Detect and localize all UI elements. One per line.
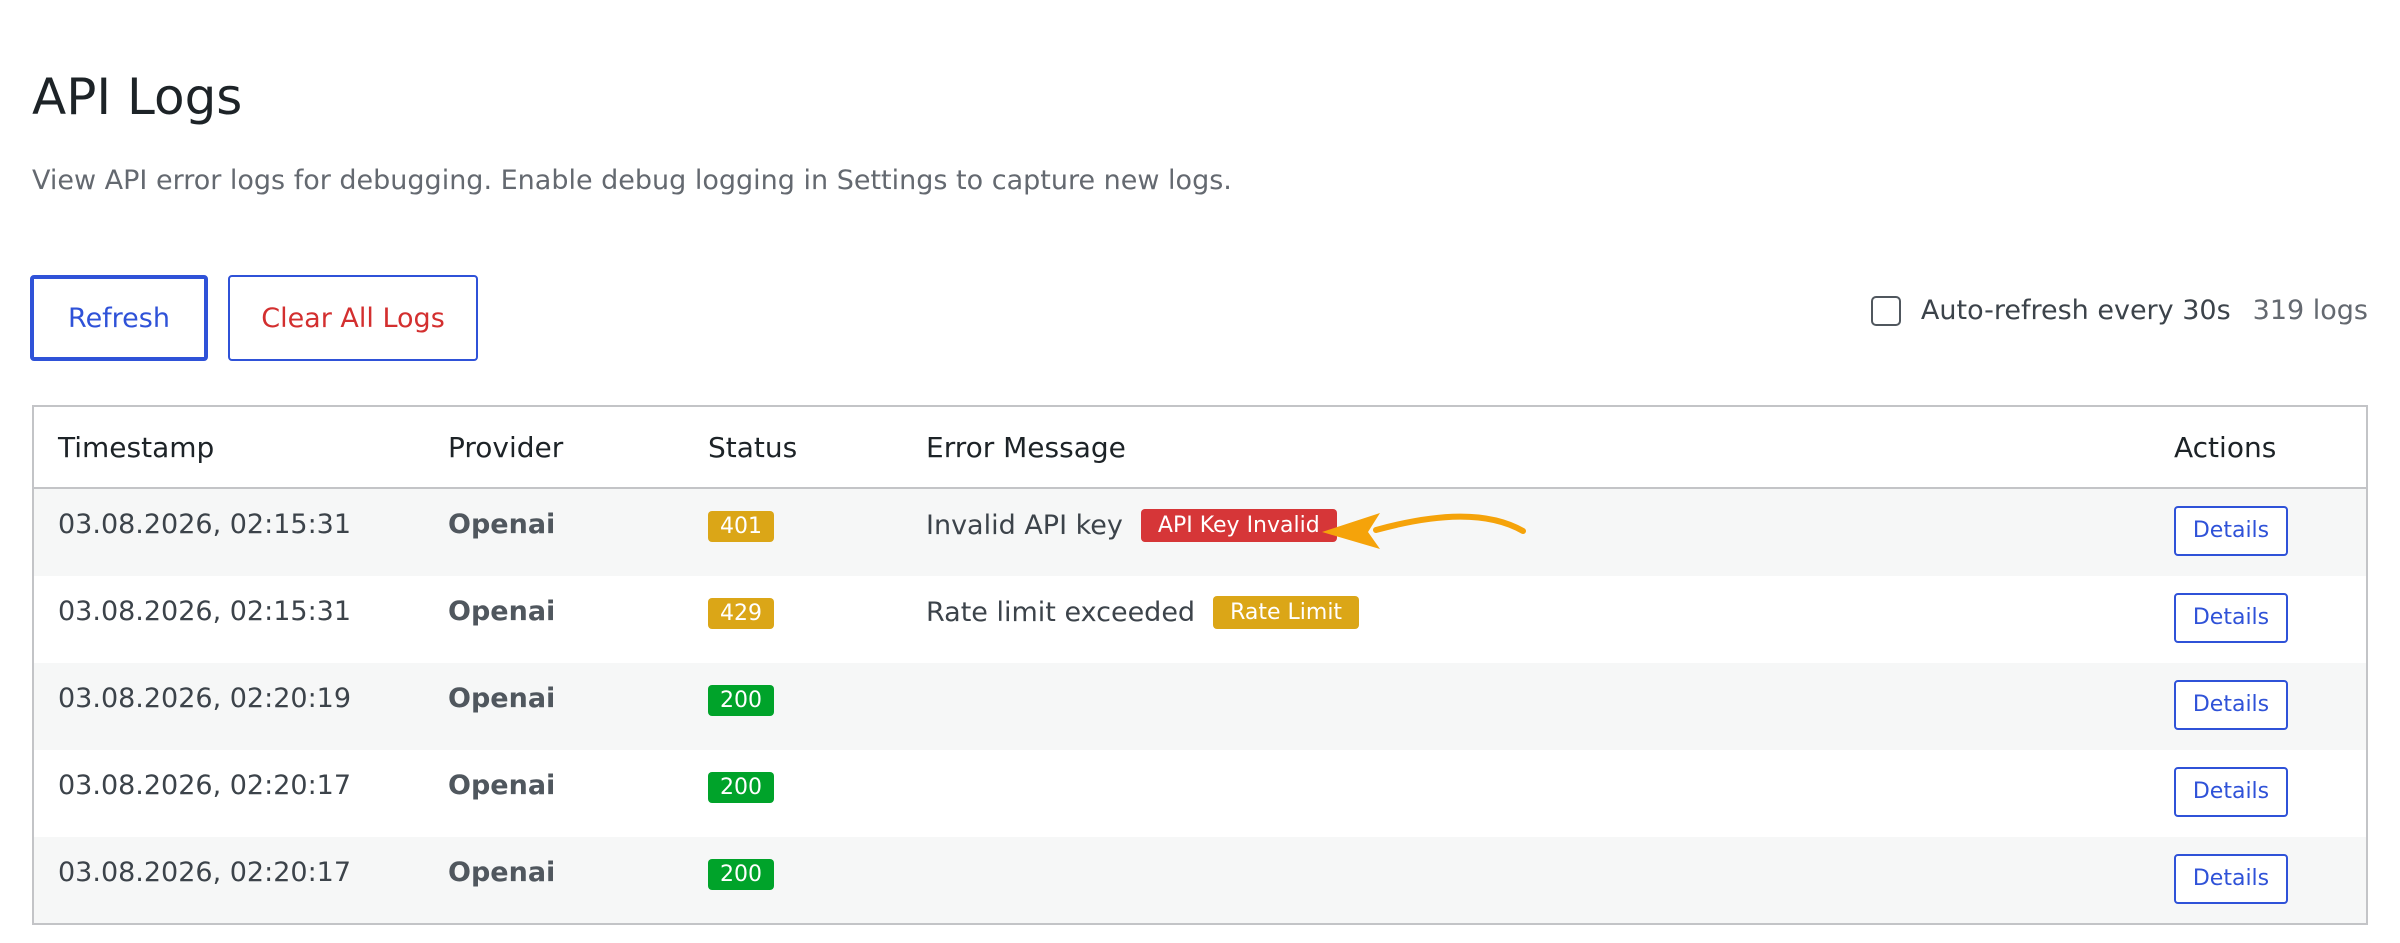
cell-status: 401 (684, 488, 902, 576)
status-badge: 200 (708, 772, 774, 803)
cell-timestamp: 03.08.2026, 02:20:17 (34, 837, 424, 923)
table-row: 03.08.2026, 02:15:31 Openai 429 Rate limit … (34, 576, 2366, 663)
cell-status: 200 (684, 750, 902, 837)
column-header-timestamp: Timestamp (34, 407, 424, 489)
refresh-button[interactable]: Refresh (30, 275, 208, 361)
status-badge: 401 (708, 511, 774, 542)
cell-timestamp: 03.08.2026, 02:15:31 (34, 488, 424, 576)
cell-status: 200 (684, 663, 902, 750)
column-header-error-message: Error Message (902, 407, 2150, 489)
table-row: 03.08.2026, 02:20:19 Openai 200 Details (34, 663, 2366, 750)
log-count: 319 logs (2252, 295, 2368, 326)
table-header-row: Timestamp Provider Status Error Message … (34, 407, 2366, 489)
autorefresh-checkbox[interactable] (1870, 295, 1901, 326)
table-row: 03.08.2026, 02:20:17 Openai 200 Details (34, 837, 2366, 923)
cell-actions: Details (2150, 750, 2366, 837)
table-row: 03.08.2026, 02:15:31 Openai 401 Invalid API… (34, 488, 2366, 576)
clear-all-logs-button[interactable]: Clear All Logs (228, 275, 478, 361)
cell-status: 429 (684, 576, 902, 663)
details-button[interactable]: Details (2174, 854, 2288, 904)
cell-provider: Openai (424, 837, 684, 923)
details-button[interactable]: Details (2174, 680, 2288, 730)
error-message-text: Rate limit exceeded (926, 597, 1196, 628)
logs-table: Timestamp Provider Status Error Message … (32, 405, 2368, 925)
api-logs-page: API Logs View API error logs for debuggi… (0, 0, 2400, 943)
cell-error-message: Rate limit exceeded Rate Limit (902, 576, 2150, 663)
table-row: 03.08.2026, 02:20:17 Openai 200 Details (34, 750, 2366, 837)
cell-actions: Details (2150, 663, 2366, 750)
cell-provider: Openai (424, 488, 684, 576)
cell-actions: Details (2150, 488, 2366, 576)
arrow-left-icon (1322, 513, 1526, 549)
cell-actions: Details (2150, 576, 2366, 663)
autorefresh-control: Auto-refresh every 30s 319 logs (1870, 295, 2368, 326)
details-button[interactable]: Details (2174, 506, 2288, 556)
column-header-status: Status (684, 407, 902, 489)
cell-status: 200 (684, 837, 902, 923)
error-type-badge: API Key Invalid (1140, 509, 1337, 542)
cell-timestamp: 03.08.2026, 02:20:17 (58, 770, 352, 801)
cell-timestamp: 03.08.2026, 02:20:19 (34, 663, 424, 750)
details-button[interactable]: Details (2174, 767, 2288, 817)
cell-timestamp: 03.08.2026, 02:15:31 (58, 596, 352, 627)
status-badge: 200 (708, 685, 774, 716)
status-badge: 200 (708, 859, 774, 890)
column-header-actions: Actions (2150, 407, 2366, 489)
error-type-badge: Rate Limit (1213, 596, 1360, 629)
column-header-provider: Provider (424, 407, 684, 489)
cell-provider: Openai (424, 663, 684, 750)
cell-provider: Openai (448, 596, 556, 627)
cell-error-message (902, 837, 2150, 923)
cell-error-message (902, 663, 2150, 750)
table-body: 03.08.2026, 02:15:31 Openai 401 Invalid API… (34, 488, 2366, 923)
cell-error-message (902, 750, 2150, 837)
cell-provider: Openai (448, 770, 556, 801)
details-button[interactable]: Details (2174, 593, 2288, 643)
page-description: View API error logs for debugging. Enabl… (32, 165, 1232, 196)
cell-actions: Details (2150, 837, 2366, 923)
status-badge: 429 (708, 598, 774, 629)
error-message-text: Invalid API key (926, 510, 1123, 541)
page-title: API Logs (32, 68, 243, 126)
autorefresh-label[interactable]: Auto-refresh every 30s (1921, 295, 2231, 326)
